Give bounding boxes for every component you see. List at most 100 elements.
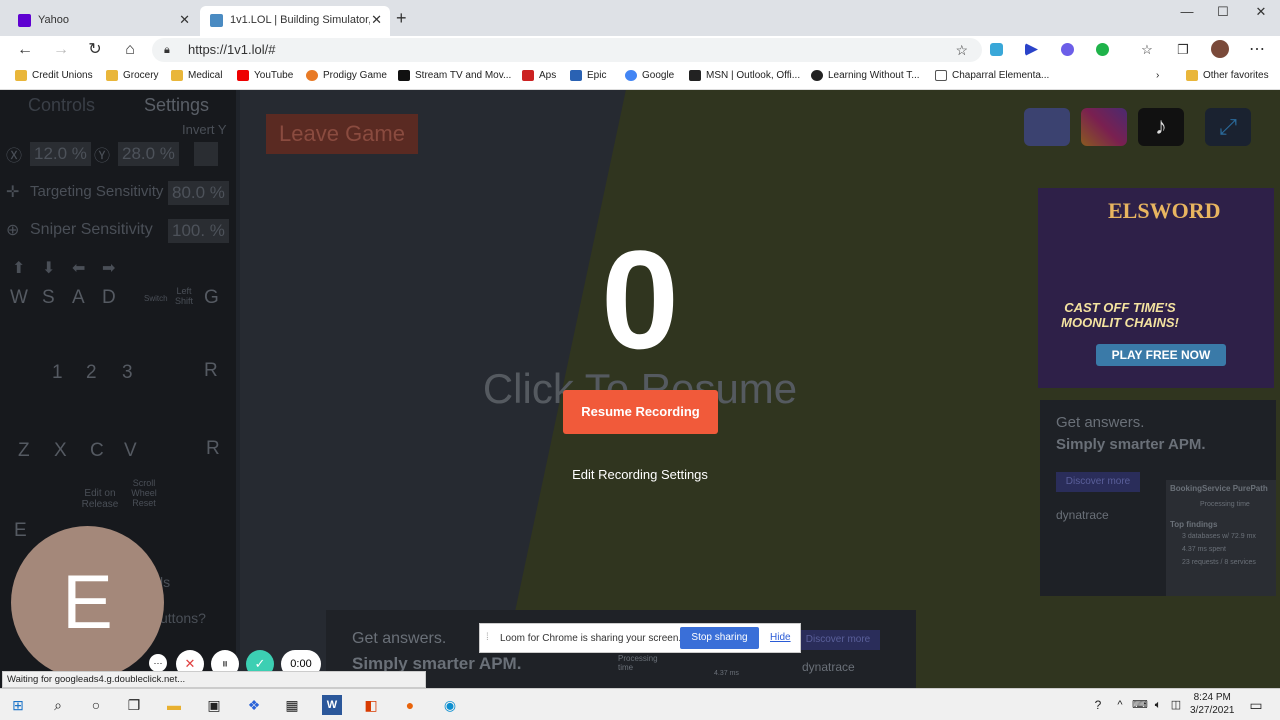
new-tab-button[interactable]: + [396, 8, 407, 29]
targeting-sensitivity-value[interactable]: 80.0 % [168, 181, 229, 205]
camera-bubble-avatar[interactable]: E [11, 526, 164, 679]
edge-icon[interactable]: ◉ [440, 695, 460, 715]
volume-icon[interactable]: 🔈︎ [1148, 695, 1168, 715]
drag-handle-icon[interactable]: ⁞ [486, 632, 489, 643]
x-sensitivity-value[interactable]: 12.0 % [30, 142, 91, 166]
home-icon[interactable]: ⌂ [119, 39, 141, 61]
notifications-icon[interactable]: ▭ [1246, 695, 1266, 715]
bookmark-aps[interactable]: Aps [522, 69, 556, 83]
menu-icon[interactable]: ⋯ [1246, 39, 1268, 61]
stop-sharing-button[interactable]: Stop sharing [680, 627, 759, 649]
bookmark-youtube[interactable]: YouTube [237, 69, 293, 83]
play-free-now-button[interactable]: PLAY FREE NOW [1096, 344, 1226, 366]
close-tab-icon[interactable]: ✕ [179, 6, 190, 34]
url-field[interactable]: 🔒︎ https://1v1.lol/# ☆ [152, 38, 982, 62]
tiktok-icon[interactable]: ♪ [1138, 108, 1184, 146]
key-z[interactable]: Z [18, 440, 30, 462]
favorite-star-icon[interactable]: ☆ [955, 38, 968, 62]
bookmark-stream-tv[interactable]: Stream TV and Mov... [398, 69, 511, 83]
firefox-icon[interactable]: ● [400, 695, 420, 715]
key-d[interactable]: D [102, 287, 116, 309]
windows-start-icon[interactable]: ⊞ [8, 695, 28, 715]
maximize-button[interactable]: ☐ [1208, 4, 1238, 20]
hide-link[interactable]: Hide [770, 632, 791, 643]
bottom-question: Get answers. [352, 630, 447, 647]
search-icon[interactable]: ⌕ [48, 695, 68, 715]
tab-1v1lol[interactable]: 1v1.LOL | Building Simulator, Bat ✕ [200, 6, 390, 36]
office-icon[interactable]: ◧ [361, 695, 381, 715]
slot-2[interactable]: 2 [86, 362, 97, 384]
key-r-edit[interactable]: R [206, 438, 220, 460]
y-sensitivity-value[interactable]: 28.0 % [118, 142, 179, 166]
bookmark-prodigy[interactable]: Prodigy Game [306, 69, 387, 83]
bottom-discover-button[interactable]: Discover more [796, 630, 880, 650]
bookmark-credit-unions[interactable]: Credit Unions [15, 69, 93, 83]
system-clock[interactable]: 8:24 PM 3/27/2021 [1190, 691, 1235, 717]
bookmark-msn[interactable]: MSN | Outlook, Offi... [689, 69, 800, 83]
close-tab-icon[interactable]: ✕ [371, 6, 382, 34]
fullscreen-icon[interactable]: ⤢ [1205, 108, 1251, 146]
edit-recording-settings-link[interactable]: Edit Recording Settings [540, 467, 740, 482]
dynatrace-ad-right[interactable]: Get answers. Simply smarter APM. Discove… [1040, 400, 1276, 596]
bookmark-epic[interactable]: Epic [570, 69, 606, 83]
leave-game-button[interactable]: Leave Game [266, 114, 418, 154]
tab-strip: Yahoo ✕ 1v1.LOL | Building Simulator, Ba… [0, 0, 1280, 36]
arrow-down-icon: ⬇ [42, 260, 56, 277]
extension-icon-4[interactable] [1096, 43, 1109, 56]
tray-chevron-icon[interactable]: ^ [1110, 695, 1130, 715]
bookmark-other-favorites[interactable]: Other favorites [1186, 69, 1269, 83]
bookmark-medical[interactable]: Medical [171, 69, 222, 83]
cortana-icon[interactable]: ○ [86, 695, 106, 715]
network-icon[interactable]: ⌨ [1130, 695, 1150, 715]
slot-3[interactable]: 3 [122, 362, 133, 384]
game-viewport[interactable]: Controls Settings Invert Y Ⓧ 12.0 % Ⓨ 28… [0, 90, 1280, 688]
key-x[interactable]: X [54, 440, 67, 462]
key-w[interactable]: W [10, 287, 28, 309]
back-icon[interactable]: ← [14, 39, 36, 61]
invert-y-checkbox[interactable] [194, 142, 218, 166]
calculator-icon[interactable]: ▦ [282, 695, 302, 715]
instagram-icon[interactable] [1081, 108, 1127, 146]
controls-tab[interactable]: Controls [28, 95, 95, 116]
extension-icon-3[interactable] [1061, 43, 1074, 56]
dropbox-icon[interactable]: ❖ [244, 695, 264, 715]
key-r[interactable]: R [204, 360, 218, 382]
word-icon[interactable]: W [322, 695, 342, 715]
profile-avatar[interactable] [1211, 40, 1229, 58]
slot-1[interactable]: 1 [52, 362, 63, 384]
minimize-button[interactable]: — [1172, 4, 1202, 19]
tab-yahoo[interactable]: Yahoo ✕ [8, 6, 198, 36]
help-icon[interactable]: ? [1088, 695, 1108, 715]
dyna-discover-button[interactable]: Discover more [1056, 472, 1140, 492]
extension-icon-1[interactable] [990, 43, 1003, 56]
file-explorer-icon[interactable]: ▬ [164, 695, 184, 715]
wifi-icon[interactable]: ◫ [1166, 695, 1186, 715]
key-c[interactable]: C [90, 440, 104, 462]
forward-icon[interactable]: → [50, 39, 72, 61]
bookmark-learning[interactable]: Learning Without T... [811, 69, 920, 83]
key-switch[interactable]: Switch [144, 294, 168, 303]
elsword-ad[interactable]: ELSWORD CAST OFF TIME'S MOONLIT CHAINS! … [1038, 188, 1274, 388]
resume-recording-button[interactable]: Resume Recording [563, 390, 718, 434]
close-window-button[interactable]: ✕ [1246, 4, 1276, 20]
key-left-shift[interactable]: Left Shift [172, 286, 196, 306]
collections-icon[interactable]: ❐ [1172, 39, 1194, 61]
key-v[interactable]: V [124, 440, 137, 462]
bookmark-chaparral[interactable]: Chaparral Elementa... [935, 69, 1049, 83]
bookmarks-overflow-icon[interactable]: › [1156, 69, 1159, 83]
bookmark-grocery[interactable]: Grocery [106, 69, 159, 83]
bookmark-google[interactable]: Google [625, 69, 674, 83]
favorites-icon[interactable]: ☆ [1136, 39, 1158, 61]
discord-icon[interactable] [1024, 108, 1070, 146]
key-s[interactable]: S [42, 287, 55, 309]
more-options-button[interactable]: ··· [149, 654, 167, 672]
key-g[interactable]: G [204, 287, 219, 309]
sniper-sensitivity-value[interactable]: 100. % [168, 219, 229, 243]
key-a[interactable]: A [72, 287, 85, 309]
extension-icon-2[interactable] [1025, 43, 1038, 56]
settings-tab[interactable]: Settings [144, 95, 209, 116]
store-icon[interactable]: ▣ [204, 695, 224, 715]
refresh-icon[interactable]: ↻ [84, 39, 106, 61]
key-e[interactable]: E [14, 520, 27, 542]
task-view-icon[interactable]: ❐ [124, 695, 144, 715]
